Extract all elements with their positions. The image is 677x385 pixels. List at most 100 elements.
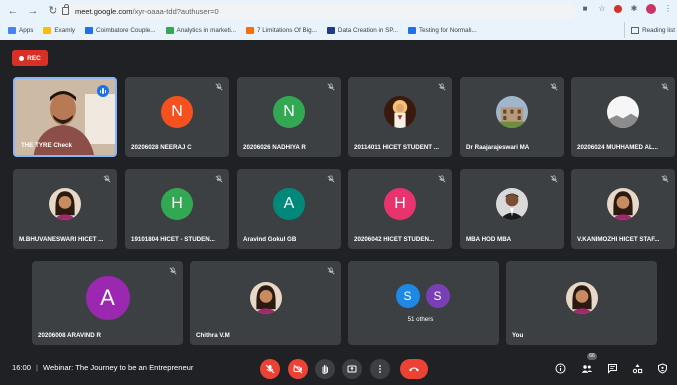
participant-tile[interactable]: V.KANIMOZHI HICET STAF... [571, 169, 675, 249]
info-icon [555, 363, 565, 373]
bookmark-favicon-icon [407, 26, 416, 34]
meeting-time: 16:00 [12, 363, 32, 372]
more-vert-icon [379, 365, 381, 373]
bookmark-item[interactable]: Data Creation in SP... [326, 26, 398, 34]
participant-name: M.BHUVANESWARI HICET ... [19, 236, 104, 243]
participant-name: 20206042 HICET STUDEN... [354, 236, 435, 243]
forward-icon[interactable]: → [26, 4, 40, 18]
end-call-icon [409, 367, 419, 372]
participant-tile[interactable]: Chithra V.M [190, 261, 341, 345]
extension-icons: ■ ☆ ✱ ⋮ [580, 4, 673, 14]
participant-avatar: S [425, 284, 450, 308]
leave-call-button[interactable] [400, 359, 428, 379]
star-icon[interactable]: ☆ [597, 4, 607, 14]
participant-name: 20114011 HICET STUDENT ... [354, 144, 439, 151]
meeting-details-button[interactable] [553, 361, 567, 375]
people-button[interactable] [580, 361, 594, 375]
menu-dots-icon[interactable]: ⋮ [663, 4, 673, 14]
religious-image-photo [384, 96, 416, 128]
woman-photo [249, 282, 282, 314]
participant-tile[interactable]: Dr Raajarajeswari MA [460, 77, 564, 157]
participant-name: 20206028 NEERAJ C [131, 144, 192, 151]
camera-off-icon [293, 364, 303, 374]
people-icon [581, 364, 593, 373]
mic-off-icon [550, 83, 558, 91]
mic-off-icon [438, 83, 446, 91]
present-screen-button[interactable] [342, 359, 362, 379]
participant-name: V.KANIMOZHI HICET STAF... [577, 236, 660, 243]
participant-name: 20206024 MUHHAMED AL... [577, 144, 658, 151]
activities-button[interactable] [630, 361, 644, 375]
participant-tile[interactable]: THE TYRE Check [13, 77, 117, 157]
participant-tile[interactable]: 20114011 HICET STUDENT ... [348, 77, 452, 157]
participant-name: THE TYRE Check [21, 142, 72, 149]
camera-off-button[interactable] [288, 359, 308, 379]
bookmark-item[interactable]: 7 Limitations Of Big... [246, 26, 317, 34]
participant-avatar: H [384, 188, 416, 220]
bookmark-favicon-icon [85, 26, 94, 34]
participant-tile[interactable]: S S 51 others [348, 261, 499, 345]
address-bar[interactable]: meet.google.com/xyr-oaaa-tdd?authuser=0 [56, 3, 576, 19]
reading-list-icon [631, 26, 640, 34]
mic-off-icon [215, 175, 223, 183]
participant-tile[interactable]: H 20206042 HICET STUDEN... [348, 169, 452, 249]
woman-photo [565, 282, 598, 314]
bookmark-item[interactable]: Analytics in marketi... [165, 26, 236, 34]
extension-icon[interactable] [614, 5, 622, 13]
participant-name: Chithra V.M [196, 332, 230, 339]
participant-avatar: H [161, 188, 193, 220]
participant-name: Dr Raajarajeswari MA [466, 144, 530, 151]
white-shape-photo [607, 96, 639, 128]
record-dot-icon [19, 55, 25, 61]
reading-list[interactable]: Reading list [624, 22, 675, 38]
lock-icon [62, 4, 69, 15]
bookmark-item[interactable]: Examly [43, 26, 75, 34]
participant-tile[interactable]: MBA HOD MBA [460, 169, 564, 249]
participant-name: 51 others [407, 316, 434, 323]
raise-hand-button[interactable] [315, 359, 335, 379]
bookmark-favicon-icon [326, 26, 335, 34]
participant-tile[interactable]: 20206024 MUHHAMED AL... [571, 77, 675, 157]
participant-tile[interactable]: N 20206026 NADHIYA R [237, 77, 341, 157]
participant-tile[interactable]: A 20206008 ARAVIND R [32, 261, 183, 345]
bookmark-favicon-icon [165, 26, 174, 34]
participant-tile[interactable]: You [506, 261, 657, 345]
participant-avatar: A [85, 276, 130, 320]
participant-tile[interactable]: A Aravind Gokul GB [237, 169, 341, 249]
participant-tile[interactable]: M.BHUVANESWARI HICET ... [13, 169, 117, 249]
woman-photo [607, 188, 639, 220]
chat-button[interactable] [605, 361, 619, 375]
mic-off-icon [327, 175, 335, 183]
building-photo [496, 96, 528, 128]
recording-badge: REC [12, 50, 48, 66]
apps-grid-icon [8, 26, 16, 34]
participant-name: 19101804 HICET - STUDEN... [131, 236, 215, 243]
bookmark-item[interactable]: Apps [8, 26, 33, 34]
mic-off-icon [550, 175, 558, 183]
profile-avatar-icon[interactable] [646, 4, 656, 14]
bookmark-item[interactable]: Coimbatore Couple... [85, 26, 156, 34]
mic-off-icon [438, 175, 446, 183]
meeting-info: 16:00 | Webinar: The Journey to be an Entr… [12, 363, 193, 372]
puzzle-icon[interactable]: ✱ [629, 4, 639, 14]
camera-icon[interactable]: ■ [580, 4, 590, 14]
meet-stage: REC THE TYRE Check N 20206028 NEERAJ C N 202… [0, 40, 677, 385]
mic-off-icon [661, 175, 669, 183]
mic-off-button[interactable] [260, 359, 280, 379]
chat-icon [607, 363, 617, 374]
participant-name: Aravind Gokul GB [243, 236, 297, 243]
back-icon[interactable]: ← [6, 4, 20, 18]
more-options-button[interactable] [370, 359, 390, 379]
participant-tile[interactable]: H 19101804 HICET - STUDEN... [125, 169, 229, 249]
hand-icon [322, 365, 328, 374]
browser-nav-row: ← → ↻ meet.google.com/xyr-oaaa-tdd?authu… [0, 0, 677, 22]
bottom-bar: 16:00 | Webinar: The Journey to be an Entr… [0, 353, 677, 385]
separator: | [36, 363, 38, 372]
activities-shapes-icon [632, 363, 642, 373]
participant-name: You [512, 332, 524, 339]
participant-avatar: N [161, 96, 193, 128]
participant-tile[interactable]: N 20206028 NEERAJ C [125, 77, 229, 157]
host-controls-button[interactable] [655, 361, 669, 375]
participant-avatar: N [273, 96, 305, 128]
bookmark-item[interactable]: Testing for Normali... [407, 26, 477, 34]
